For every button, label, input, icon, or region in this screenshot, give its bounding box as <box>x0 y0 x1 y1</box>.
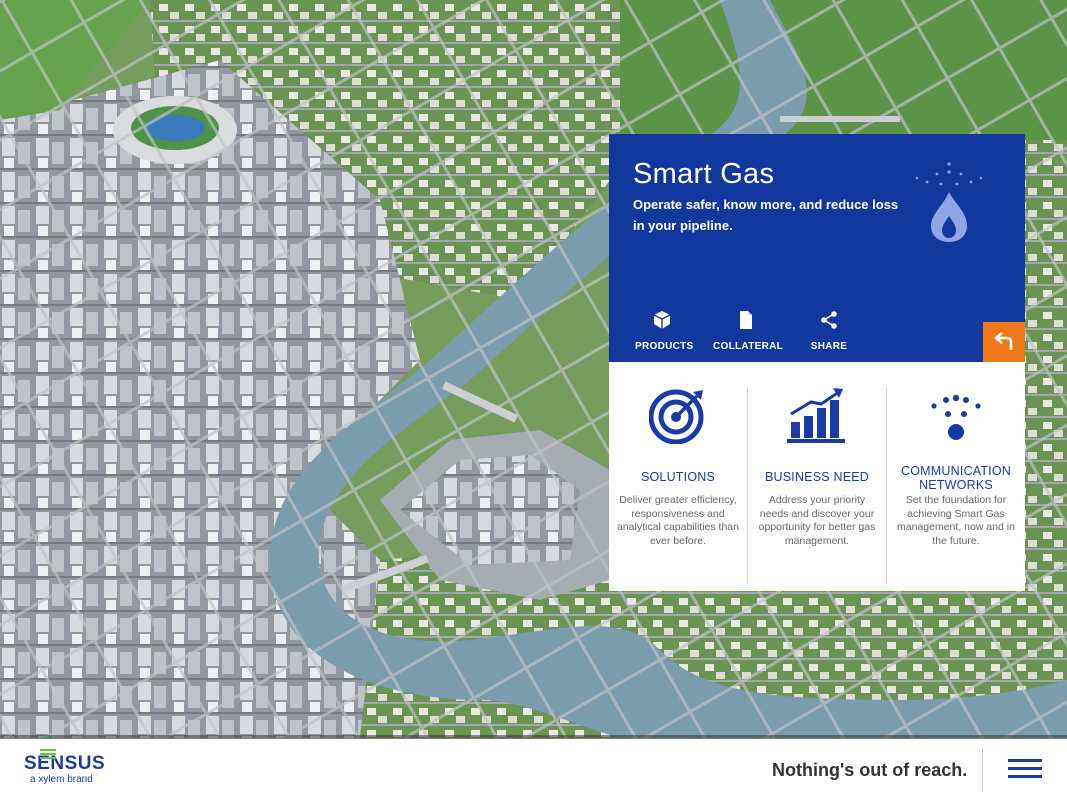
back-button[interactable] <box>983 322 1025 362</box>
business-need-heading: BUSINESS NEED <box>764 470 870 484</box>
target-icon <box>609 388 747 444</box>
menu-line <box>1008 767 1042 770</box>
footer-bar: SENSUS a xylem brand Nothing's out of re… <box>0 735 1067 801</box>
menu-line <box>1008 775 1042 778</box>
brand-name: SENSUS <box>24 753 106 774</box>
products-button[interactable]: PRODUCTS <box>635 310 693 354</box>
hamburger-menu-button[interactable] <box>1008 759 1042 781</box>
gas-flame-icon <box>909 160 989 246</box>
communication-networks-heading: COMMUNICATION NETWORKS <box>901 464 1011 492</box>
products-label: PRODUCTS <box>635 341 694 352</box>
card-subtitle: Operate safer, know more, and reduce los… <box>633 197 899 233</box>
share-icon <box>821 311 837 329</box>
collateral-label: COLLATERAL <box>713 341 784 352</box>
menu-line <box>1008 759 1042 762</box>
brand-subtitle: a xylem brand <box>30 774 93 785</box>
growth-chart-icon <box>748 388 886 444</box>
tagline: Nothing's out of reach. <box>772 760 968 780</box>
business-need-text: Address your priority needs and discover… <box>758 494 876 547</box>
network-dots-icon <box>887 388 1025 444</box>
solutions-column[interactable]: SOLUTIONS Deliver greater efficiency, re… <box>609 362 747 591</box>
communication-networks-column[interactable]: COMMUNICATION NETWORKS Set the foundatio… <box>887 362 1025 591</box>
business-need-column[interactable]: BUSINESS NEED Address your priority need… <box>748 362 886 591</box>
smart-gas-card-details: SOLUTIONS Deliver greater efficiency, re… <box>609 362 1025 591</box>
smart-gas-card-header: Smart Gas Operate safer, know more, and … <box>609 134 1025 362</box>
collateral-button[interactable]: COLLATERAL <box>713 310 783 354</box>
communication-networks-text: Set the foundation for achieving Smart G… <box>897 494 1015 547</box>
document-icon <box>740 311 752 329</box>
box-icon <box>653 311 671 329</box>
share-label: SHARE <box>810 341 848 352</box>
share-button[interactable]: SHARE <box>809 310 849 354</box>
sensus-logo[interactable]: SENSUS a xylem brand <box>24 749 106 785</box>
solutions-text: Deliver greater efficiency, responsivene… <box>617 494 739 547</box>
solutions-heading: SOLUTIONS <box>640 470 716 484</box>
back-arrow-icon <box>993 332 1013 350</box>
logo-bars-icon <box>40 749 56 759</box>
card-title: Smart Gas <box>633 158 775 190</box>
footer-divider <box>982 749 983 791</box>
